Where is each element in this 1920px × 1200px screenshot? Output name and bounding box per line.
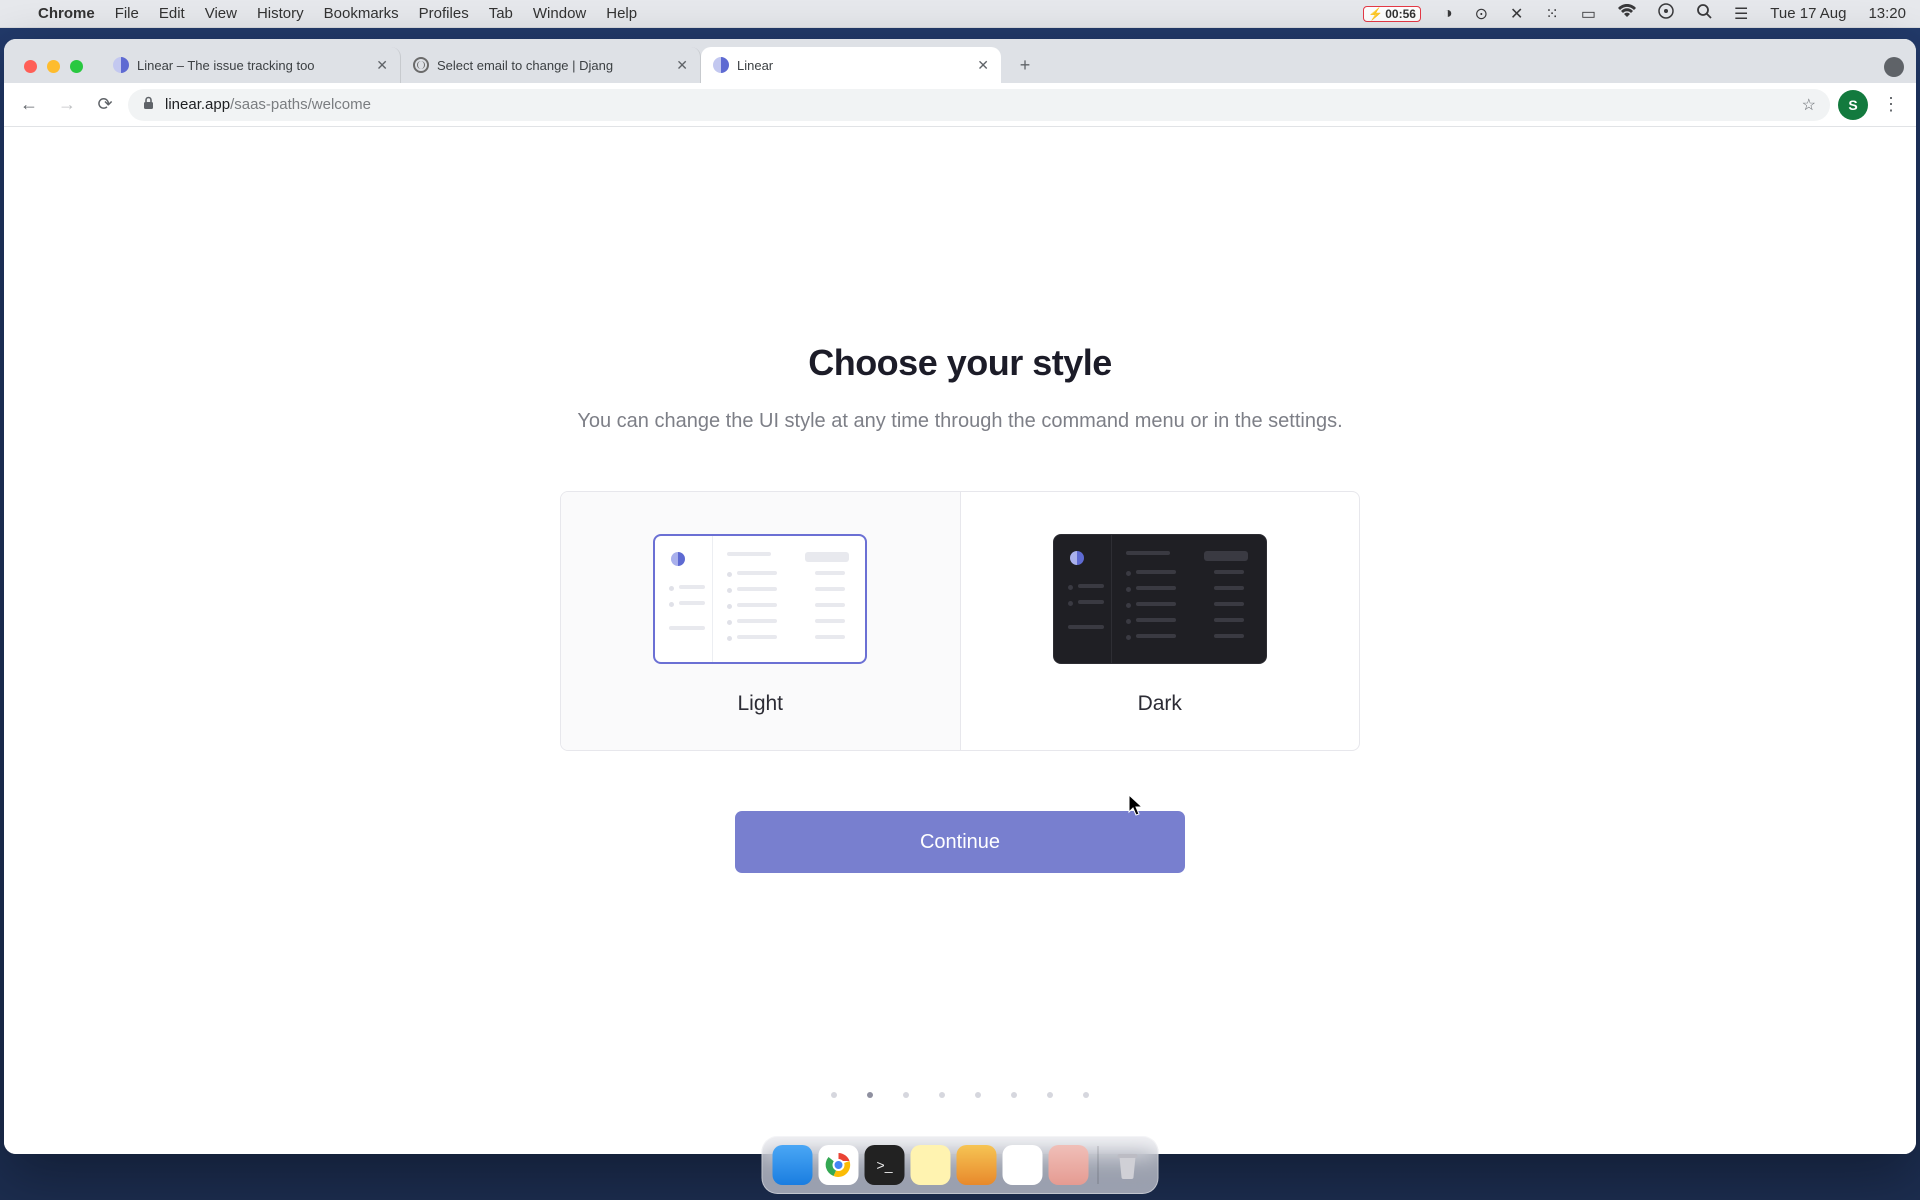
new-tab-button[interactable]: + [1011,51,1039,79]
step-dot-5[interactable] [1011,1092,1017,1098]
close-icon[interactable]: ✕ [376,57,388,74]
style-option-light[interactable]: Light [561,492,960,750]
linear-icon [713,57,729,73]
menubar-profiles[interactable]: Profiles [419,5,469,22]
menubar-app-name[interactable]: Chrome [38,5,95,22]
tabs-container: Linear – The issue tracking too ✕ Select… [101,39,1001,83]
status-icon-2[interactable]: ⊙ [1475,4,1488,24]
chrome-tabstrip: Linear – The issue tracking too ✕ Select… [4,39,1916,83]
menubar-help[interactable]: Help [606,5,637,22]
tab-2[interactable]: Linear ✕ [701,47,1001,83]
close-icon[interactable]: ✕ [977,57,989,74]
window-maximize-button[interactable] [70,60,83,73]
menubar-view[interactable]: View [205,5,237,22]
style-option-label: Dark [1138,692,1182,716]
forward-button[interactable]: → [52,90,82,120]
menubar-file[interactable]: File [115,5,139,22]
menubar-window[interactable]: Window [533,5,586,22]
linear-icon [1070,551,1084,565]
dock-separator [1098,1146,1099,1184]
step-dot-7[interactable] [1083,1092,1089,1098]
tab-0[interactable]: Linear – The issue tracking too ✕ [101,47,401,83]
linear-icon [113,57,129,73]
onboarding-stepper [831,1092,1089,1098]
step-dot-2[interactable] [903,1092,909,1098]
continue-button[interactable]: Continue [735,811,1185,873]
window-close-button[interactable] [24,60,37,73]
style-option-group: Light [560,491,1360,751]
globe-icon [413,57,429,73]
url-domain: linear.app [165,96,230,113]
step-dot-4[interactable] [975,1092,981,1098]
spotlight-icon[interactable] [1696,3,1712,24]
menubar-time[interactable]: 13:20 [1868,5,1906,22]
page-title: Choose your style [808,342,1112,384]
profile-avatar[interactable]: S [1838,90,1868,120]
bolt-icon: ⚡ [1368,7,1383,21]
tab-title: Linear [737,58,969,73]
status-icon-3[interactable]: ✕ [1510,4,1523,24]
style-option-label: Light [737,692,783,716]
url-path: /saas-paths/welcome [230,96,371,113]
chrome-toolbar: ← → ⟳ linear.app/saas-paths/welcome ☆ S … [4,83,1916,127]
control-center-icon[interactable] [1658,3,1674,24]
style-option-dark[interactable]: Dark [960,492,1360,750]
back-button[interactable]: ← [14,90,44,120]
dock-app-finder[interactable] [773,1145,813,1185]
light-theme-preview [653,534,867,664]
window-minimize-button[interactable] [47,60,60,73]
dock-app-5[interactable] [957,1145,997,1185]
menubar-tab[interactable]: Tab [489,5,513,22]
step-dot-1[interactable] [867,1092,873,1098]
battery-timer-text: 00:56 [1385,7,1416,21]
dock-app-notes[interactable] [911,1145,951,1185]
chrome-menu-button[interactable]: ⋮ [1876,94,1906,115]
tab-title: Linear – The issue tracking too [137,58,368,73]
address-bar[interactable]: linear.app/saas-paths/welcome ☆ [128,89,1830,121]
dock-app-7[interactable] [1049,1145,1089,1185]
chrome-window: Linear – The issue tracking too ✕ Select… [4,39,1916,1154]
dock-app-6[interactable] [1003,1145,1043,1185]
step-dot-3[interactable] [939,1092,945,1098]
dock-app-terminal[interactable]: >_ [865,1145,905,1185]
page-content: Choose your style You can change the UI … [4,127,1916,1154]
battery-icon[interactable]: ▭ [1581,4,1596,24]
menubar-history[interactable]: History [257,5,304,22]
page-subtitle: You can change the UI style at any time … [577,410,1342,433]
wifi-icon[interactable] [1618,4,1636,23]
reload-button[interactable]: ⟳ [90,90,120,120]
menubar-edit[interactable]: Edit [159,5,185,22]
step-dot-6[interactable] [1047,1092,1053,1098]
tab-title: Select email to change | Djang [437,58,668,73]
dock-app-chrome[interactable] [819,1145,859,1185]
battery-timer-badge[interactable]: ⚡00:56 [1363,6,1421,22]
tabstrip-right-icon[interactable] [1884,57,1904,77]
macos-dock: >_ [762,1136,1159,1194]
step-dot-0[interactable] [831,1092,837,1098]
menubar-date[interactable]: Tue 17 Aug [1770,5,1846,22]
onboarding-panel: Choose your style You can change the UI … [4,127,1916,1154]
dark-theme-preview [1053,534,1267,664]
status-icon-1[interactable]: ◑ [1443,5,1453,23]
window-controls [16,60,91,83]
status-icon-4[interactable]: ⁙ [1545,4,1558,24]
tab-1[interactable]: Select email to change | Djang ✕ [401,47,701,83]
close-icon[interactable]: ✕ [676,57,688,74]
url-text: linear.app/saas-paths/welcome [165,96,371,113]
bookmark-star-icon[interactable]: ☆ [1802,95,1816,115]
dock-app-trash[interactable] [1108,1145,1148,1185]
status-icon-9[interactable]: ☰ [1734,4,1748,24]
macos-menubar: Chrome File Edit View History Bookmarks … [0,0,1920,28]
menubar-bookmarks[interactable]: Bookmarks [324,5,399,22]
lock-icon [142,96,155,113]
